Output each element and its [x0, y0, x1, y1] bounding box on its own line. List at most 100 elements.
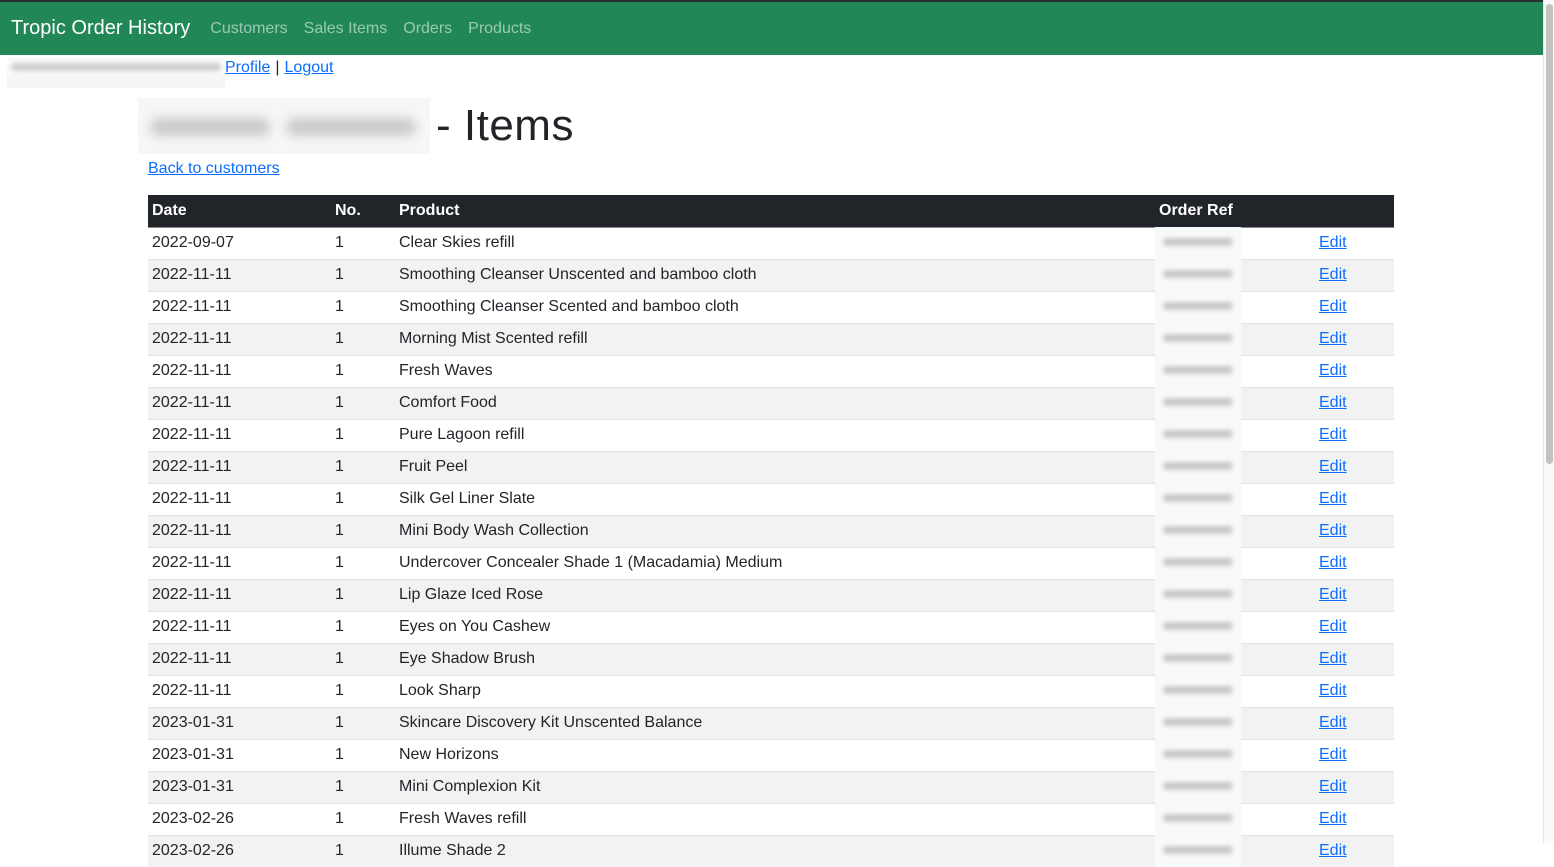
cell-date: 2022-11-11	[148, 546, 331, 579]
table-body: 2022-09-07 1 Clear Skies refill Edit 2022-11…	[148, 226, 1394, 867]
cell-date: 2023-02-26	[148, 834, 331, 867]
edit-link[interactable]: Edit	[1319, 586, 1347, 603]
table-row: 2023-02-26 1 Illume Shade 2 Edit	[148, 834, 1394, 867]
order-ref-redacted	[1155, 386, 1241, 419]
navbar: Tropic Order History Customers Sales Ite…	[0, 2, 1543, 55]
cell-product: Eye Shadow Brush	[395, 642, 1155, 675]
edit-link[interactable]: Edit	[1319, 458, 1347, 475]
order-ref-redacted	[1155, 482, 1241, 515]
cell-date: 2022-11-11	[148, 450, 331, 483]
edit-link[interactable]: Edit	[1319, 362, 1347, 379]
cell-no: 1	[331, 610, 395, 643]
cell-order-ref	[1155, 802, 1315, 835]
customer-name-redacted	[138, 98, 430, 154]
edit-link[interactable]: Edit	[1319, 394, 1347, 411]
cell-order-ref	[1155, 834, 1315, 867]
cell-order-ref	[1155, 322, 1315, 355]
table-row: 2022-11-11 1 Morning Mist Scented refill Ed…	[148, 322, 1394, 355]
cell-actions: Edit	[1315, 770, 1394, 803]
cell-order-ref	[1155, 642, 1315, 675]
cell-no: 1	[331, 290, 395, 323]
nav-link-orders[interactable]: Orders	[395, 20, 460, 38]
column-header-actions	[1315, 195, 1394, 228]
cell-date: 2022-11-11	[148, 514, 331, 547]
nav-link-customers[interactable]: Customers	[202, 20, 295, 38]
logout-link[interactable]: Logout	[285, 59, 334, 77]
profile-link[interactable]: Profile	[225, 59, 270, 77]
edit-link[interactable]: Edit	[1319, 266, 1347, 283]
cell-product: Illume Shade 2	[395, 834, 1155, 867]
table-row: 2022-11-11 1 Fresh Waves Edit	[148, 354, 1394, 387]
table-row: 2023-01-31 1 Mini Complexion Kit Edit	[148, 770, 1394, 803]
cell-order-ref	[1155, 706, 1315, 739]
cell-product: Eyes on You Cashew	[395, 610, 1155, 643]
cell-no: 1	[331, 514, 395, 547]
table-row: 2023-02-26 1 Fresh Waves refill Edit	[148, 802, 1394, 835]
table-row: 2022-11-11 1 Eye Shadow Brush Edit	[148, 642, 1394, 675]
cell-no: 1	[331, 386, 395, 419]
table-row: 2023-01-31 1 Skincare Discovery Kit Unscen…	[148, 706, 1394, 739]
back-to-customers-link[interactable]: Back to customers	[148, 160, 280, 178]
order-ref-redacted	[1155, 258, 1241, 291]
order-ref-redacted	[1155, 578, 1241, 611]
edit-link[interactable]: Edit	[1319, 618, 1347, 635]
cell-order-ref	[1155, 578, 1315, 611]
cell-no: 1	[331, 770, 395, 803]
edit-link[interactable]: Edit	[1319, 426, 1347, 443]
brand-link[interactable]: Tropic Order History	[11, 17, 190, 40]
edit-link[interactable]: Edit	[1319, 490, 1347, 507]
scrollbar-thumb[interactable]	[1546, 4, 1553, 464]
nav-link-products[interactable]: Products	[460, 20, 539, 38]
edit-link[interactable]: Edit	[1319, 842, 1347, 859]
cell-no: 1	[331, 546, 395, 579]
cell-actions: Edit	[1315, 226, 1394, 259]
link-separator: |	[275, 59, 280, 76]
order-ref-redacted	[1155, 642, 1241, 675]
cell-date: 2022-11-11	[148, 578, 331, 611]
edit-link[interactable]: Edit	[1319, 330, 1347, 347]
cell-order-ref	[1155, 386, 1315, 419]
edit-link[interactable]: Edit	[1319, 810, 1347, 827]
cell-product: Clear Skies refill	[395, 226, 1155, 259]
cell-product: Skincare Discovery Kit Unscented Balance	[395, 706, 1155, 739]
cell-product: Smoothing Cleanser Unscented and bamboo …	[395, 258, 1155, 291]
cell-date: 2023-01-31	[148, 738, 331, 771]
edit-link[interactable]: Edit	[1319, 234, 1347, 251]
edit-link[interactable]: Edit	[1319, 746, 1347, 763]
order-ref-redacted	[1155, 738, 1241, 771]
cell-order-ref	[1155, 290, 1315, 323]
nav-link-sales-items[interactable]: Sales Items	[296, 20, 396, 38]
cell-product: Look Sharp	[395, 674, 1155, 707]
table-row: 2022-11-11 1 Look Sharp Edit	[148, 674, 1394, 707]
cell-product: Mini Complexion Kit	[395, 770, 1155, 803]
order-ref-redacted	[1155, 290, 1241, 323]
edit-link[interactable]: Edit	[1319, 682, 1347, 699]
table-row: 2022-11-11 1 Eyes on You Cashew Edit	[148, 610, 1394, 643]
cell-date: 2023-01-31	[148, 770, 331, 803]
cell-actions: Edit	[1315, 386, 1394, 419]
items-table: Date No. Product Order Ref 2022-09-07 1 Cl…	[148, 195, 1394, 867]
cell-date: 2022-11-11	[148, 258, 331, 291]
edit-link[interactable]: Edit	[1319, 650, 1347, 667]
cell-no: 1	[331, 674, 395, 707]
cell-order-ref	[1155, 546, 1315, 579]
cell-order-ref	[1155, 354, 1315, 387]
cell-date: 2022-11-11	[148, 610, 331, 643]
cell-no: 1	[331, 834, 395, 867]
cell-product: Fresh Waves refill	[395, 802, 1155, 835]
edit-link[interactable]: Edit	[1319, 298, 1347, 315]
edit-link[interactable]: Edit	[1319, 714, 1347, 731]
cell-product: Lip Glaze Iced Rose	[395, 578, 1155, 611]
cell-product: Comfort Food	[395, 386, 1155, 419]
column-header-order-ref: Order Ref	[1155, 195, 1315, 228]
cell-no: 1	[331, 258, 395, 291]
edit-link[interactable]: Edit	[1319, 554, 1347, 571]
edit-link[interactable]: Edit	[1319, 522, 1347, 539]
edit-link[interactable]: Edit	[1319, 778, 1347, 795]
order-ref-redacted	[1155, 418, 1241, 451]
cell-actions: Edit	[1315, 354, 1394, 387]
cell-no: 1	[331, 226, 395, 259]
cell-product: New Horizons	[395, 738, 1155, 771]
cell-product: Undercover Concealer Shade 1 (Macadamia)…	[395, 546, 1155, 579]
cell-date: 2022-11-11	[148, 354, 331, 387]
